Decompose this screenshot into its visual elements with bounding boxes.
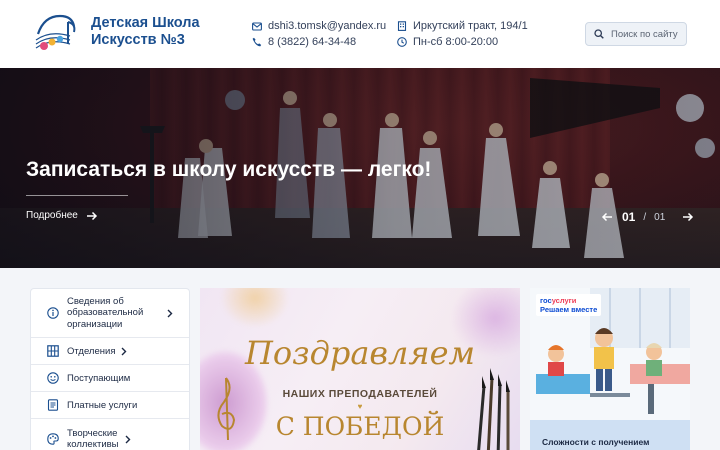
menu-item-label-line: Творческие [67,427,118,439]
chevron-right-icon [121,347,127,355]
menu-item-creative-groups[interactable]: Творческие коллективы [31,419,189,450]
menu-item-label-line: образовательной [67,307,144,319]
contact-address-text: Иркутский тракт, 194/1 [413,20,528,32]
slider-prev-button[interactable] [600,210,614,224]
gosuslugi-logo-part1: гос [540,296,552,305]
banner-script-title: Поздравляем [244,334,476,372]
contact-hours-text: Пн-сб 8:00-20:00 [413,36,499,48]
hero-title: Записаться в школу искусств — легко! [26,158,432,181]
document-icon [47,399,59,411]
menu-item-departments[interactable]: Отделения [31,338,189,365]
contact-phone-text: 8 (3822) 64-34-48 [268,36,357,48]
palette-icon [47,433,59,445]
slider-controls: 01 / 01 [600,210,695,224]
contact-email-text: dshi3.tomsk@yandex.ru [268,20,387,32]
gosuslugi-caption: Сложности с получением [542,437,650,447]
school-name[interactable]: Детская Школа Искусств №3 [91,15,200,49]
phone-icon [252,37,262,47]
gosuslugi-logo-part2: услуги [551,296,577,305]
site-header: Детская Школа Искусств №3 dshi3.tomsk@ya… [0,0,720,68]
info-icon [47,307,59,319]
arrow-right-icon [683,212,694,222]
school-logo[interactable] [30,10,82,56]
contact-phone[interactable]: 8 (3822) 64-34-48 [252,36,356,48]
menu-item-label-line: коллективы [67,439,119,450]
slider-next-button[interactable] [681,210,695,224]
grid-icon [47,345,59,357]
building-icon [397,21,407,31]
slide-current: 01 [622,210,636,224]
school-name-line2: Искусств №3 [91,32,185,48]
heart-icon: ♥ [357,402,363,411]
menu-item-organization-info[interactable]: Сведения об образовательной организации [31,289,189,338]
menu-item-label: Платные услуги [67,399,138,411]
gosuslugi-logo: госуслуги Решаем вместе [536,294,602,316]
contact-address: Иркутский тракт, 194/1 [397,20,528,32]
menu-item-label-line: Сведения об [67,295,124,307]
contact-email[interactable]: dshi3.tomsk@yandex.ru [252,20,386,32]
smile-icon [47,372,59,384]
menu-item-paid-services[interactable]: Платные услуги [31,392,189,419]
chevron-right-icon [167,309,173,317]
hero-more-label: Подробнее [26,210,78,221]
menu-item-label-line: организации [67,318,123,330]
sidebar-menu: Сведения об образовательной организации … [30,288,190,450]
banner-big-text: С ПОБЕДОЙ [275,412,445,441]
school-name-line1: Детская Школа [91,15,200,31]
banner-subtitle: НАШИХ ПРЕПОДАВАТЕЛЕЙ [282,388,438,400]
gosuslugi-card[interactable]: госуслуги Решаем вместе Сложности с полу… [530,288,690,450]
search-icon[interactable] [594,29,604,39]
arrow-left-icon [601,212,612,222]
banner-paint-blot [220,288,290,328]
clock-icon [397,37,407,47]
slide-total: 01 [654,211,666,223]
hero-slider: Записаться в школу искусств — легко! Под… [0,68,720,268]
search-input[interactable] [611,28,685,40]
menu-item-applicants[interactable]: Поступающим [31,365,189,392]
hero-more-link[interactable]: Подробнее [26,210,98,221]
menu-item-label: Отделения [67,345,116,357]
menu-item-label: Поступающим [67,372,131,384]
gosuslugi-tagline: Решаем вместе [540,305,598,314]
congratulations-banner[interactable]: Поздравляем НАШИХ ПРЕПОДАВАТЕЛЕЙ ♥ С ПОБ… [200,288,520,450]
arrow-right-icon [86,211,97,220]
search-box[interactable] [585,22,687,46]
chevron-right-icon [125,435,131,443]
mail-icon [252,21,262,31]
hero-divider [26,195,128,196]
slide-separator: / [643,211,647,223]
contact-hours: Пн-сб 8:00-20:00 [397,36,498,48]
